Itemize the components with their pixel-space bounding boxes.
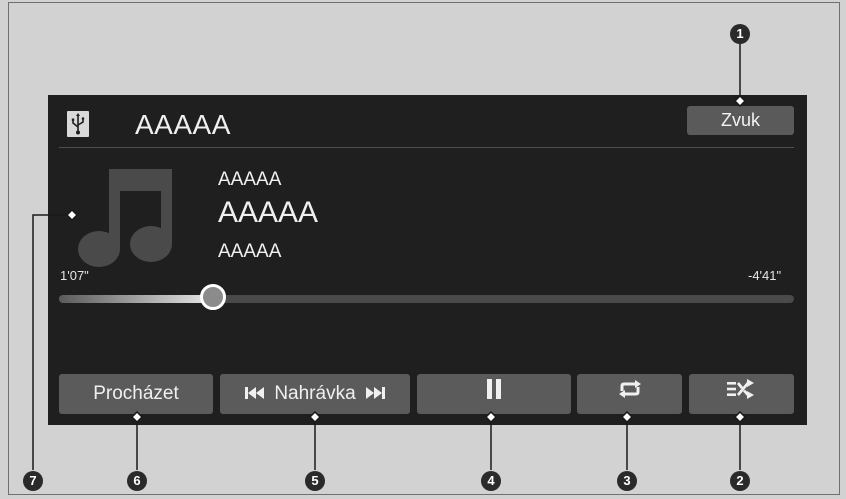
pause-button[interactable] [417, 374, 571, 414]
callout-badge-3: 3 [617, 471, 637, 491]
callout-badge-1: 1 [730, 24, 750, 44]
browse-label: Procházet [93, 383, 179, 404]
shuffle-icon [726, 374, 757, 414]
callout-badge-4: 4 [481, 471, 501, 491]
track-skip-label: Nahrávka [274, 383, 356, 404]
next-track-icon[interactable] [365, 374, 385, 414]
header-divider [59, 147, 794, 148]
music-note-icon [78, 163, 178, 268]
source-title: AAAAA [135, 109, 231, 140]
sound-button[interactable]: Zvuk [687, 106, 794, 135]
progress-bar[interactable] [59, 284, 794, 310]
track-artist: AAAAA [218, 169, 282, 190]
track-skip-button[interactable]: Nahrávka [220, 374, 410, 414]
pause-icon [486, 374, 502, 414]
track-album: AAAAA [218, 241, 282, 262]
repeat-button[interactable] [577, 374, 682, 414]
usb-icon [67, 111, 89, 137]
previous-track-icon[interactable] [245, 374, 265, 414]
progress-fill [59, 295, 214, 303]
elapsed-time: 1'07" [60, 268, 89, 283]
browse-button[interactable]: Procházet [59, 374, 213, 414]
track-title: AAAAA [218, 196, 319, 229]
callout-badge-7: 7 [23, 471, 43, 491]
shuffle-button[interactable] [689, 374, 794, 414]
remaining-time: -4'41" [748, 268, 782, 283]
callout-badge-5: 5 [305, 471, 325, 491]
callout-badge-6: 6 [127, 471, 147, 491]
repeat-icon [616, 374, 644, 414]
callout-badge-2: 2 [730, 471, 750, 491]
